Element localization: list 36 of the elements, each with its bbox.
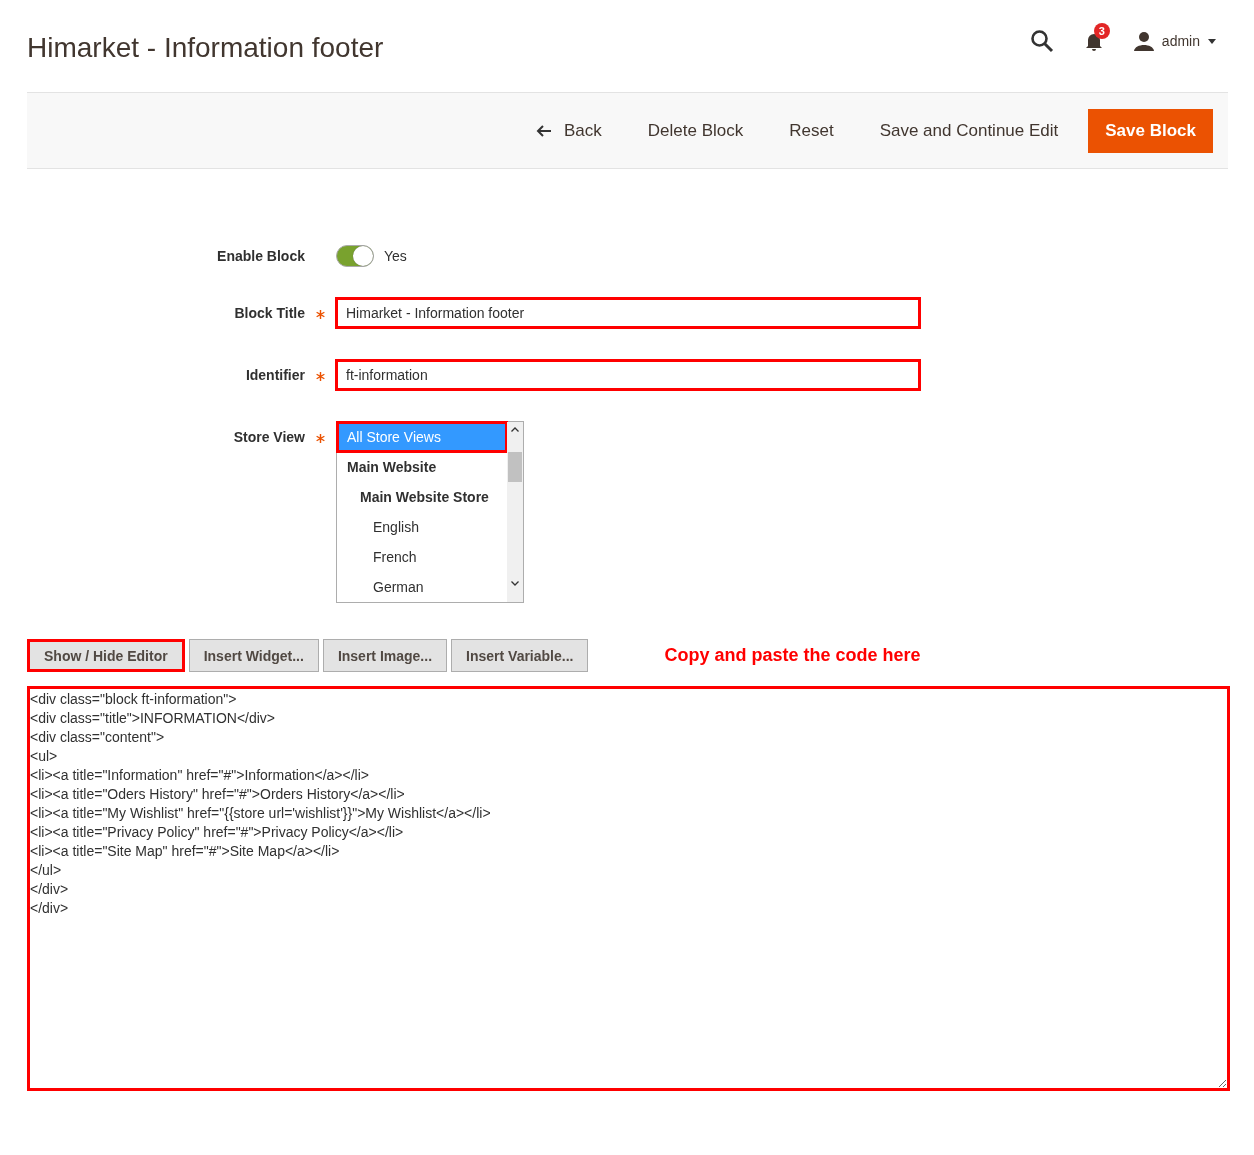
scroll-up-icon[interactable] [511, 427, 519, 432]
store-view-option[interactable]: German [337, 572, 507, 602]
annotation-text: Copy and paste the code here [664, 645, 921, 666]
notification-badge: 3 [1093, 23, 1110, 39]
caret-icon [1208, 38, 1216, 44]
store-view-list[interactable]: All Store Views Main Website Main Website Store English French German [336, 421, 524, 603]
editor-button[interactable]: Insert Variable... [451, 639, 589, 672]
scrollbar[interactable] [507, 422, 523, 602]
code-editor[interactable]: <div class="block ft-information"> <div class="title">INFORMATION</div> <div class="content"> <ul> <li><a title="Information" href="#">Information</a></li> <li><a title="Oders History" href="#">Orders History</a></li> <li><a title="My Wishlist" href="{{store url='wishlist'}}">My Wishlist</a></li> <li><a title="Privacy Policy" href="#">Privacy Policy</a></li> <li><a title="Site Map" href="#">Site Map</a></li> </ul> </div> </div> [27, 686, 1230, 1091]
field-label: Store View [232, 428, 305, 445]
back-button[interactable]: Back [513, 108, 625, 153]
editor-button[interactable]: Show / Hide Editor [27, 639, 185, 672]
store-view-option[interactable]: French [337, 542, 507, 572]
editor-button[interactable]: Insert Widget... [188, 639, 319, 672]
toggle-switch[interactable] [336, 245, 374, 267]
action-button[interactable]: Reset [766, 108, 857, 153]
toggle-value: Yes [384, 248, 407, 264]
store-view-option[interactable]: English [337, 512, 507, 542]
search-icon[interactable] [1029, 29, 1054, 53]
arrow-left-icon [536, 124, 552, 137]
field-label: Identifier [244, 367, 305, 383]
field-label: Enable Block [216, 248, 305, 264]
save-button[interactable]: Save Block [1088, 108, 1213, 153]
field-label: Block Title [233, 305, 305, 321]
action-button[interactable]: Save and Continue Edit [856, 108, 1082, 153]
action-button[interactable]: Delete Block [624, 108, 767, 153]
page-title: Himarket - Information footer [27, 31, 384, 64]
user-menu[interactable]: admin [1133, 31, 1216, 51]
store-view-option[interactable]: Main Website [337, 452, 507, 482]
store-view-option[interactable]: Main Website Store [337, 482, 507, 512]
user-icon [1133, 31, 1154, 51]
editor-button[interactable]: Insert Image... [322, 639, 448, 672]
input-field[interactable]: Himarket - Information footer [335, 297, 921, 329]
scroll-down-icon[interactable] [511, 581, 519, 586]
scroll-thumb[interactable] [508, 452, 522, 482]
input-field[interactable]: ft-information [335, 359, 921, 391]
